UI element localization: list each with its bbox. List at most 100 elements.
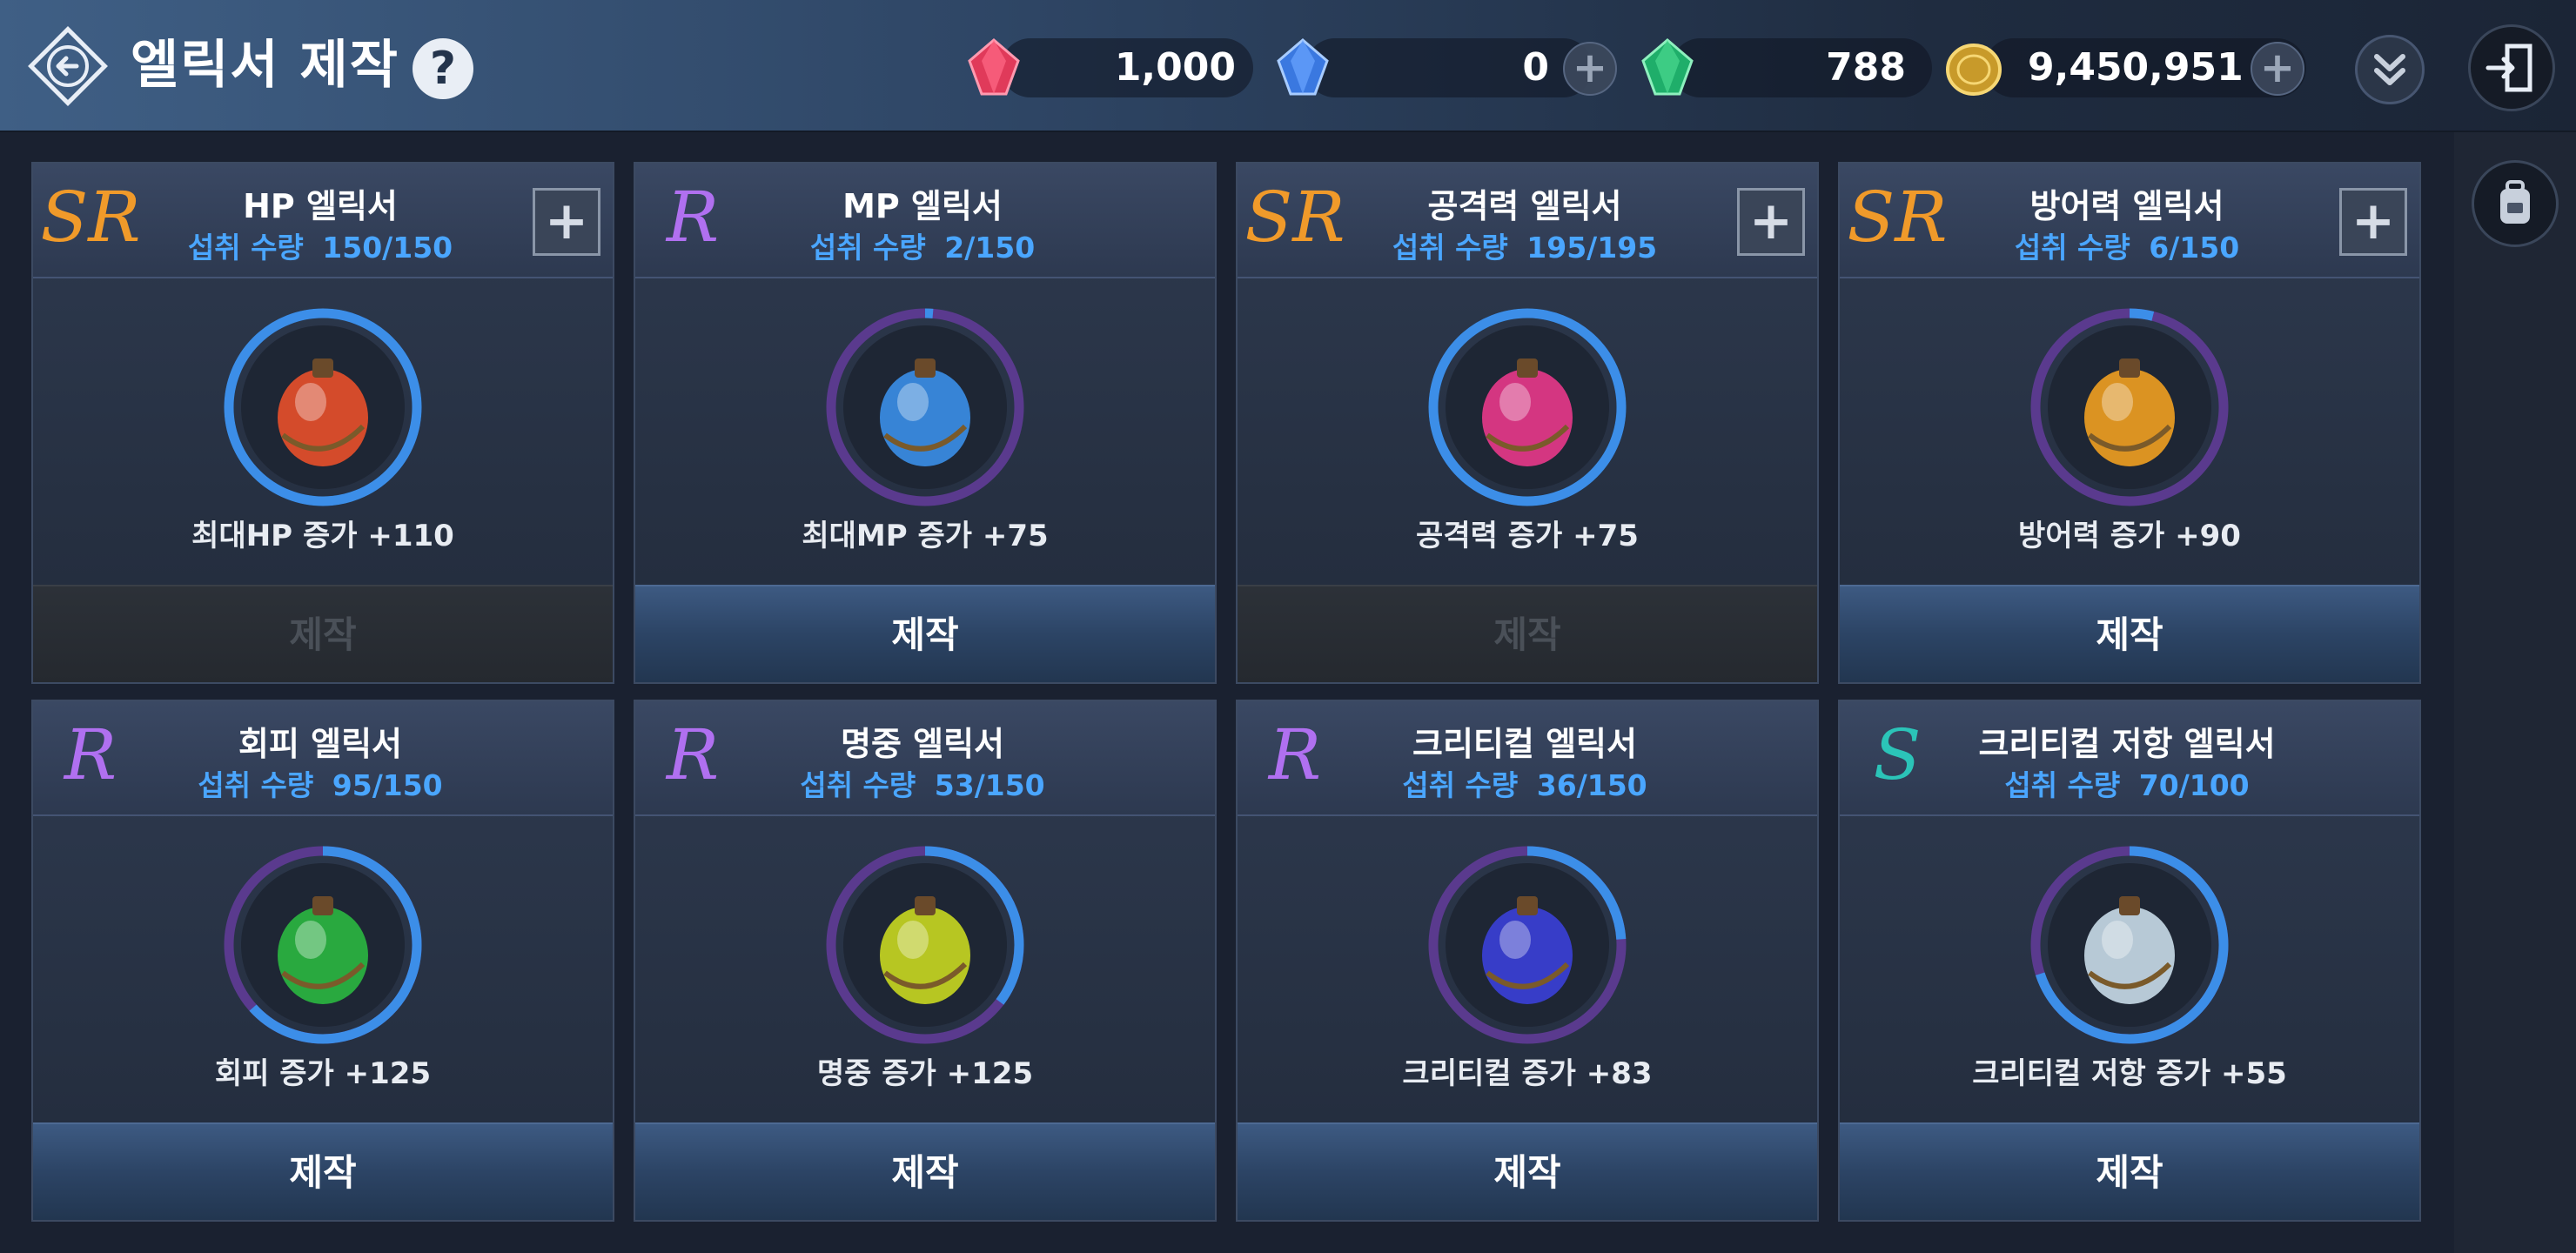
elixir-card: SR HP 엘릭서 섭취 수량 150/150 + 최대HP 증가 +110 제… (31, 162, 614, 684)
grade-badge: R (666, 177, 720, 258)
elixir-effect: 회피 증가 +125 (214, 1056, 432, 1091)
collapse-button[interactable] (2355, 35, 2425, 104)
intake-label: 섭취 수량 (800, 768, 916, 802)
craft-button[interactable]: 제작 (33, 1122, 613, 1220)
intake-value: 95/150 (332, 768, 443, 802)
exit-button[interactable] (2468, 24, 2555, 111)
intake-progress-ring (2030, 308, 2229, 506)
intake-quantity: 섭취 수량 6/150 (1944, 224, 2310, 265)
intake-quantity: 섭취 수량 53/150 (740, 762, 1105, 802)
elixir-effect: 최대HP 증가 +110 (191, 519, 454, 553)
intake-quantity: 섭취 수량 95/150 (138, 762, 503, 802)
craft-button[interactable]: 제작 (635, 585, 1215, 682)
elixir-name: 크리티컬 저항 엘릭서 (1978, 725, 2276, 763)
elixir-card: SR 공격력 엘릭서 섭취 수량 195/195 + 공격력 증가 +75 제작 (1236, 162, 1819, 684)
elixir-effect: 크리티컬 저항 증가 +55 (1972, 1056, 2287, 1091)
intake-progress-ring (1428, 846, 1627, 1044)
card-header: S 크리티컬 저항 엘릭서 섭취 수량 70/100 (1840, 701, 2419, 816)
elixir-card: R 명중 엘릭서 섭취 수량 53/150 명중 증가 +125 제작 (634, 700, 1217, 1222)
elixir-name: HP 엘릭서 (243, 187, 398, 225)
grade-badge: R (64, 714, 117, 795)
grade-badge: R (666, 714, 720, 795)
gold-coin-icon (1946, 44, 2002, 96)
intake-progress-ring (826, 846, 1024, 1044)
craft-button[interactable]: 제작 (1840, 585, 2419, 682)
top-bar: 엘릭서 제작 ? 1,000 0 + 788 9,450,951 + (0, 0, 2576, 132)
card-header: R MP 엘릭서 섭취 수량 2/150 (635, 164, 1215, 278)
craft-button[interactable]: 제작 (33, 585, 613, 682)
intake-value: 195/195 (1526, 231, 1658, 265)
elixir-name: 회피 엘릭서 (238, 725, 403, 763)
double-chevron-down-icon (2374, 54, 2405, 85)
currency-red-gem-value: 1,000 (1114, 45, 1236, 90)
grade-badge: SR (40, 177, 141, 258)
elixir-effect: 공격력 증가 +75 (1416, 519, 1639, 553)
craft-button[interactable]: 제작 (1238, 585, 1817, 682)
card-header: SR HP 엘릭서 섭취 수량 150/150 + (33, 164, 613, 278)
grade-badge: S (1873, 714, 1922, 795)
currency-green-gem-value: 788 (1826, 45, 1906, 90)
elixir-name: 크리티컬 엘릭서 (1412, 725, 1637, 763)
bag-button[interactable] (2472, 160, 2559, 247)
intake-value: 36/150 (1536, 768, 1647, 802)
intake-label: 섭취 수량 (198, 768, 314, 802)
elixir-card: R 크리티컬 엘릭서 섭취 수량 36/150 크리티컬 증가 +83 제작 (1236, 700, 1819, 1222)
intake-progress-ring (224, 846, 422, 1044)
elixir-effect: 크리티컬 증가 +83 (1402, 1056, 1653, 1091)
intake-label: 섭취 수량 (187, 231, 304, 265)
intake-progress-ring (1428, 308, 1627, 506)
elixir-name: 명중 엘릭서 (840, 725, 1005, 763)
elixir-effect: 명중 증가 +125 (816, 1056, 1034, 1091)
elixir-name: 방어력 엘릭서 (2029, 187, 2224, 225)
card-header: SR 공격력 엘릭서 섭취 수량 195/195 + (1238, 164, 1817, 278)
intake-label: 섭취 수량 (2014, 231, 2130, 265)
card-header: R 회피 엘릭서 섭취 수량 95/150 (33, 701, 613, 816)
back-arrow-icon (28, 26, 108, 106)
intake-label: 섭취 수량 (1392, 231, 1508, 265)
side-rail (2454, 132, 2576, 1253)
elixir-effect: 최대MP 증가 +75 (802, 519, 1049, 553)
currency-gold-value: 9,450,951 (2028, 45, 2244, 90)
card-header: R 크리티컬 엘릭서 섭취 수량 36/150 (1238, 701, 1817, 816)
expand-limit-button[interactable]: + (533, 188, 600, 256)
card-header: R 명중 엘릭서 섭취 수량 53/150 (635, 701, 1215, 816)
intake-value: 6/150 (2149, 231, 2240, 265)
grade-badge: SR (1244, 177, 1345, 258)
grade-badge: SR (1847, 177, 1948, 258)
elixir-effect: 방어력 증가 +90 (2018, 519, 2241, 553)
intake-value: 150/150 (322, 231, 453, 265)
intake-quantity: 섭취 수량 150/150 (138, 224, 503, 265)
intake-progress-ring (826, 308, 1024, 506)
card-header: SR 방어력 엘릭서 섭취 수량 6/150 + (1840, 164, 2419, 278)
add-gold-button[interactable]: + (2251, 42, 2304, 96)
intake-quantity: 섭취 수량 70/100 (1944, 762, 2310, 802)
intake-value: 53/150 (934, 768, 1045, 802)
backpack-icon (2500, 180, 2530, 224)
craft-button[interactable]: 제작 (1238, 1122, 1817, 1220)
intake-quantity: 섭취 수량 2/150 (740, 224, 1105, 265)
elixir-card: SR 방어력 엘릭서 섭취 수량 6/150 + 방어력 증가 +90 제작 (1838, 162, 2421, 684)
elixir-card: S 크리티컬 저항 엘릭서 섭취 수량 70/100 크리티컬 저항 증가 +5… (1838, 700, 2421, 1222)
elixir-name: MP 엘릭서 (842, 187, 1003, 225)
craft-button[interactable]: 제작 (1840, 1122, 2419, 1220)
intake-label: 섭취 수량 (809, 231, 926, 265)
intake-progress-ring (224, 308, 422, 506)
elixir-name: 공격력 엘릭서 (1427, 187, 1622, 225)
expand-limit-button[interactable]: + (1737, 188, 1805, 256)
intake-value: 2/150 (944, 231, 1036, 265)
intake-value: 70/100 (2138, 768, 2250, 802)
currency-blue-gem-value: 0 (1522, 45, 1549, 90)
intake-label: 섭취 수량 (2004, 768, 2121, 802)
grade-badge: R (1268, 714, 1322, 795)
elixir-card: R MP 엘릭서 섭취 수량 2/150 최대MP 증가 +75 제작 (634, 162, 1217, 684)
add-blue-gem-button[interactable]: + (1563, 42, 1617, 96)
help-button[interactable]: ? (413, 38, 473, 99)
blue-gem-icon (1277, 38, 1329, 96)
back-button[interactable] (24, 23, 111, 110)
craft-button[interactable]: 제작 (635, 1122, 1215, 1220)
expand-limit-button[interactable]: + (2339, 188, 2407, 256)
exit-door-icon (2485, 44, 2532, 92)
page-title: 엘릭서 제작 (131, 35, 399, 96)
intake-progress-ring (2030, 846, 2229, 1044)
intake-quantity: 섭취 수량 36/150 (1342, 762, 1707, 802)
